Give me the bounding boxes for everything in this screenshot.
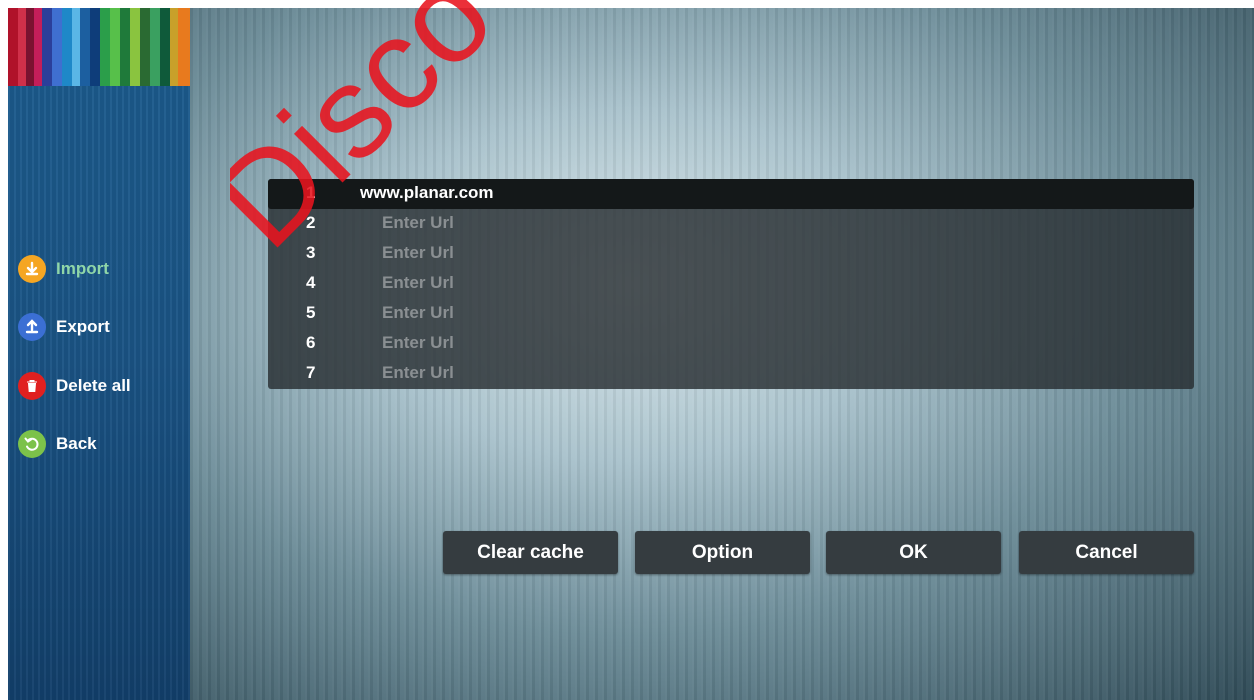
sidebar-item-label: Back	[56, 434, 97, 453]
url-row-number: 5	[306, 303, 316, 322]
back-arrow-icon	[18, 430, 46, 458]
url-row-value[interactable]: www.planar.com	[360, 183, 494, 203]
sidebar-item-label: Export	[56, 317, 110, 336]
url-input[interactable]: Enter Url	[382, 273, 454, 293]
url-row-6[interactable]: 6 Enter Url	[268, 329, 1194, 359]
url-row-number: 6	[306, 333, 316, 352]
sidebar-item-label: Delete all	[56, 376, 131, 395]
option-button[interactable]: Option	[635, 531, 810, 574]
sidebar-item-export[interactable]: Export	[18, 311, 110, 343]
ok-button[interactable]: OK	[826, 531, 1001, 574]
url-row-5[interactable]: 5 Enter Url	[268, 299, 1194, 329]
url-row-number: 2	[306, 213, 316, 232]
url-list-panel: 1 www.planar.com 2 Enter Url 3 Enter Url…	[268, 179, 1194, 389]
url-row-3[interactable]: 3 Enter Url	[268, 239, 1194, 269]
upload-icon	[18, 313, 46, 341]
url-input[interactable]: Enter Url	[382, 243, 454, 263]
sidebar: Import Export Delete all Back	[8, 86, 190, 700]
url-row-number: 4	[306, 273, 316, 292]
cancel-button[interactable]: Cancel	[1019, 531, 1194, 574]
color-stripes-logo	[8, 8, 190, 86]
url-row-number: 3	[306, 243, 316, 262]
url-row-7[interactable]: 7 Enter Url	[268, 359, 1194, 389]
download-icon	[18, 255, 46, 283]
sidebar-item-back[interactable]: Back	[18, 428, 97, 460]
url-input[interactable]: Enter Url	[382, 303, 454, 323]
url-row-number: 1	[306, 183, 316, 202]
url-row-4[interactable]: 4 Enter Url	[268, 269, 1194, 299]
url-row-2[interactable]: 2 Enter Url	[268, 209, 1194, 239]
url-input[interactable]: Enter Url	[382, 363, 454, 383]
url-input[interactable]: Enter Url	[382, 213, 454, 233]
sidebar-item-delete-all[interactable]: Delete all	[18, 370, 131, 402]
url-row-number: 7	[306, 363, 316, 382]
clear-cache-button[interactable]: Clear cache	[443, 531, 618, 574]
sidebar-item-label: Import	[56, 259, 109, 278]
trash-icon	[18, 372, 46, 400]
url-row-1[interactable]: 1 www.planar.com	[268, 179, 1194, 209]
sidebar-item-import[interactable]: Import	[18, 253, 109, 285]
url-input[interactable]: Enter Url	[382, 333, 454, 353]
